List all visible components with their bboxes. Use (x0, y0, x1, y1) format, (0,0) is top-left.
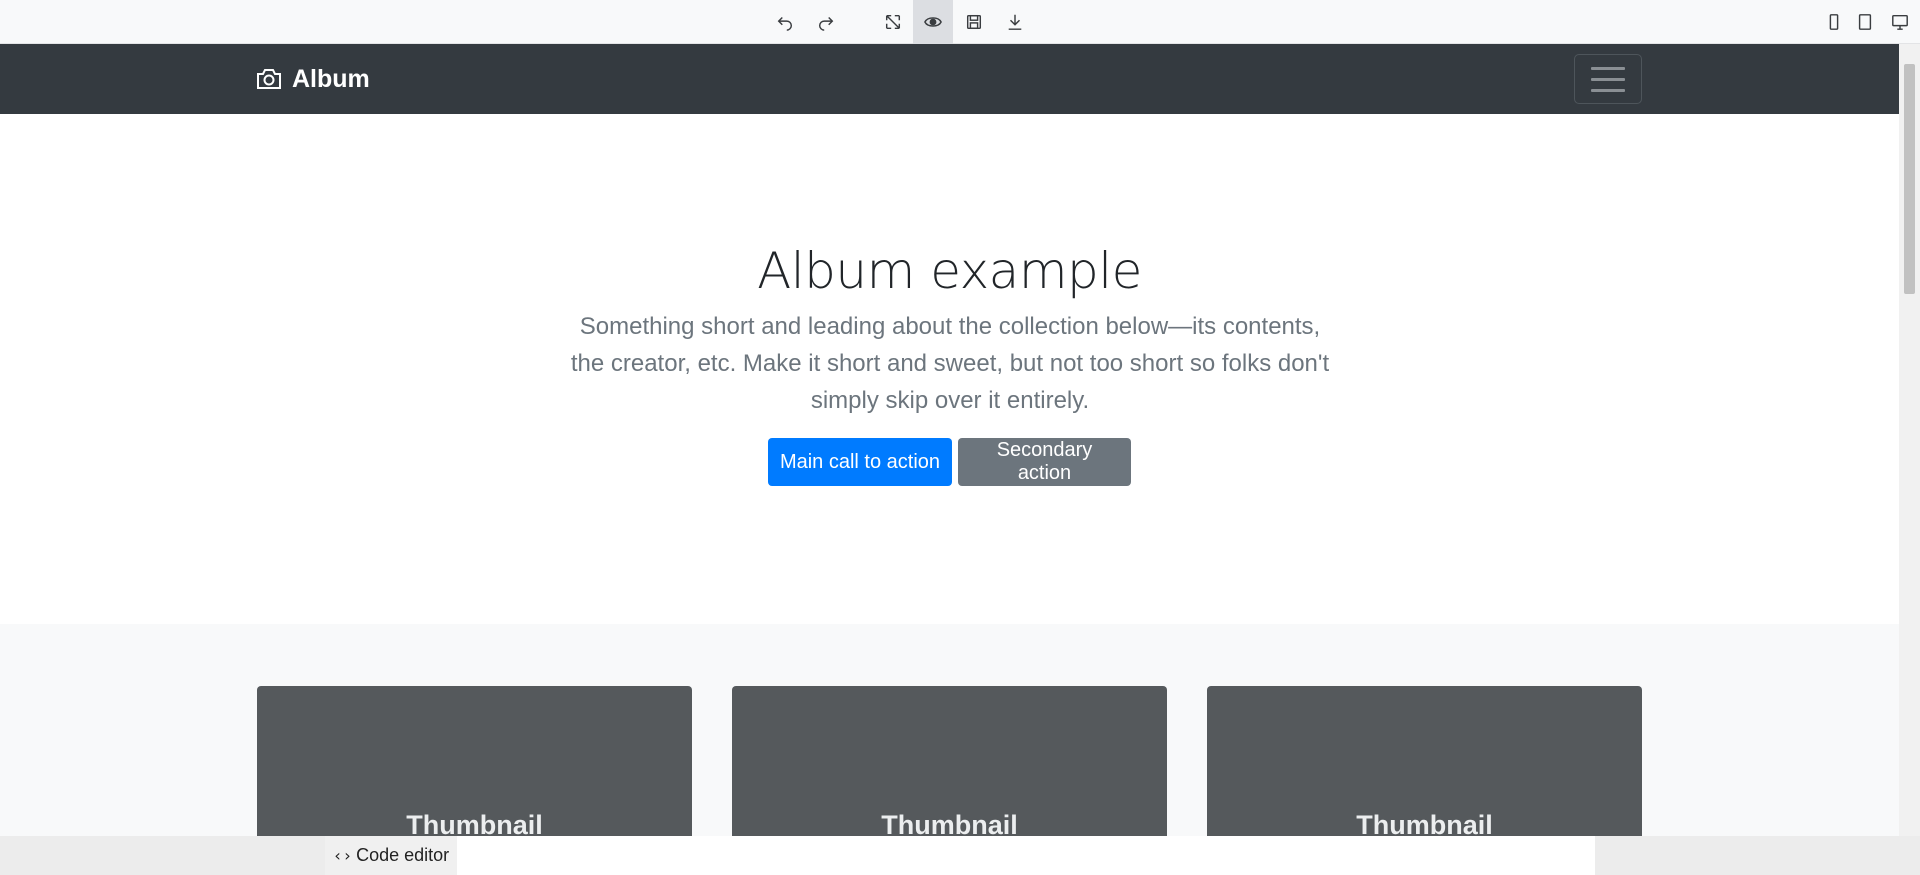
vertical-scrollbar[interactable] (1899, 44, 1920, 836)
navbar-toggler-button[interactable] (1574, 54, 1642, 104)
editor-toolbar (0, 0, 1920, 44)
preview-icon[interactable] (913, 0, 953, 44)
bottom-panel: ‹› Code editor (0, 836, 1920, 875)
thumbnail-card: Thumbnail (1207, 686, 1642, 836)
thumbnail-label: Thumbnail (1356, 810, 1493, 836)
code-editor-tab[interactable]: ‹› Code editor (325, 836, 457, 875)
hamburger-icon-line (1591, 66, 1625, 70)
secondary-action-button[interactable]: Secondary action (958, 438, 1131, 486)
code-editor-label: Code editor (356, 845, 450, 865)
code-icon: ‹› (332, 846, 353, 865)
thumbnail-card: Thumbnail (257, 686, 692, 836)
thumbnail-label: Thumbnail (881, 810, 1018, 836)
hero-lead: Something short and leading about the co… (570, 313, 1330, 414)
brand-link[interactable]: Album (256, 62, 370, 96)
camera-icon (257, 69, 281, 89)
redo-icon[interactable] (806, 0, 846, 44)
save-icon[interactable] (954, 0, 994, 44)
main-call-to-action-button[interactable]: Main call to action (768, 438, 952, 486)
thumbnail-card: Thumbnail (732, 686, 1167, 836)
thumbnail-label: Thumbnail (406, 810, 543, 836)
tablet-icon[interactable] (1845, 0, 1885, 44)
bottom-panel-area (325, 836, 1595, 875)
undo-icon[interactable] (765, 0, 805, 44)
hamburger-icon-line (1591, 77, 1625, 81)
navbar: Album (0, 44, 1899, 114)
preview-frame: Album Album example Something short and … (0, 44, 1899, 836)
hero-title: Album example (757, 242, 1142, 300)
download-icon[interactable] (995, 0, 1035, 44)
fullscreen-icon[interactable] (873, 0, 913, 44)
scrollbar-thumb[interactable] (1904, 64, 1915, 294)
hamburger-icon-line (1591, 88, 1625, 92)
desktop-icon[interactable] (1880, 0, 1920, 44)
album-cards: Thumbnail Thumbnail Thumbnail (257, 686, 1643, 836)
brand-label: Album (292, 64, 370, 93)
hero-section: Album example Something short and leadin… (0, 114, 1899, 624)
hero-buttons: Main call to action Secondary action (0, 438, 1899, 486)
